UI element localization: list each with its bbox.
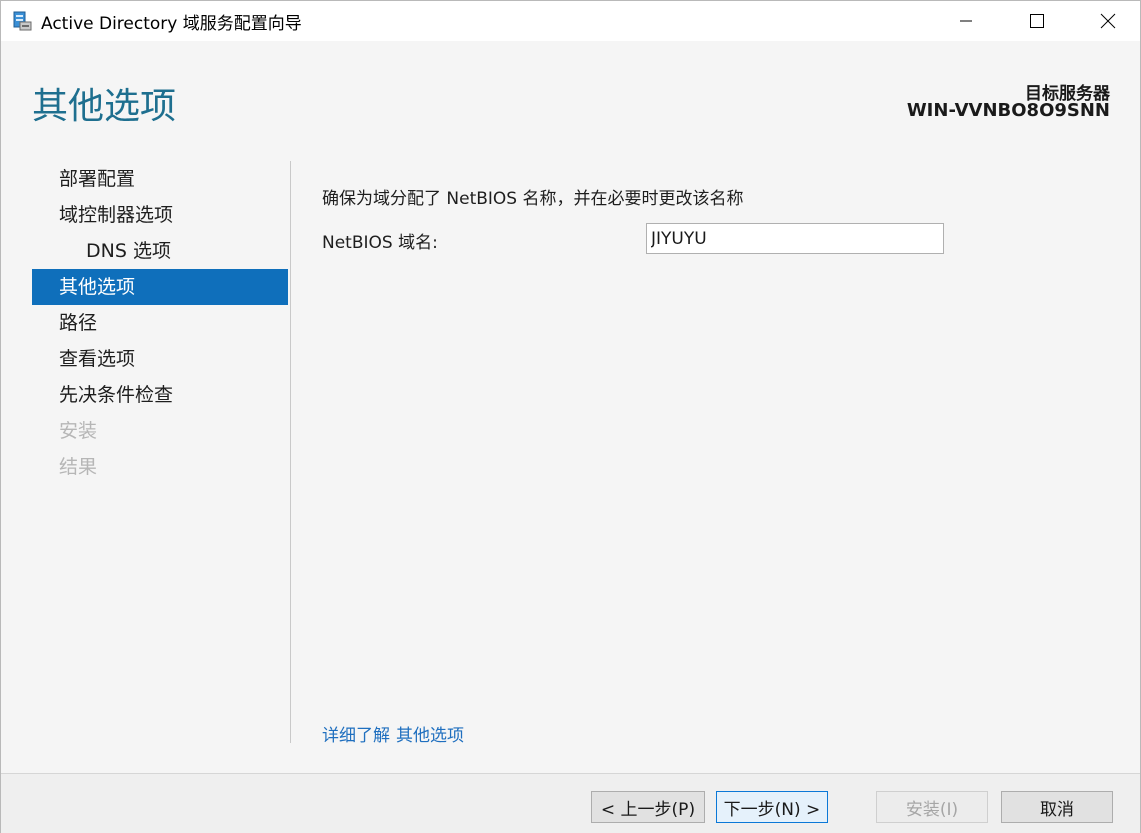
close-button[interactable] [1085,1,1131,41]
nav-item-prerequisites[interactable]: 先决条件检查 [32,377,288,413]
netbios-domain-input[interactable] [646,223,944,254]
wizard-window: Active Directory 域服务配置向导 其他选项 目标服务器 WIN-… [0,0,1141,833]
footer-bar: < 上一步(P) 下一步(N) > 安装(I) 取消 [1,773,1140,833]
title-bar: Active Directory 域服务配置向导 [1,1,1140,41]
wizard-nav: 部署配置 域控制器选项 DNS 选项 其他选项 路径 查看选项 先决条件检查 安… [32,161,288,485]
previous-button[interactable]: < 上一步(P) [591,791,705,823]
window-title: Active Directory 域服务配置向导 [41,14,302,34]
nav-item-results: 结果 [59,456,98,478]
close-icon [1100,13,1116,29]
learn-more-link[interactable]: 详细了解 其他选项 [322,721,470,746]
install-button: 安装(I) [876,791,988,823]
cancel-button[interactable]: 取消 [1001,791,1113,823]
netbios-label: NetBIOS 域名: [322,233,438,253]
description-text: 确保为域分配了 NetBIOS 名称，并在必要时更改该名称 [322,189,744,209]
learn-more-prefix: 详细了解 [322,726,390,746]
nav-item-paths[interactable]: 路径 [32,305,288,341]
target-server-name: WIN-VVNBO8O9SNN [906,100,1110,121]
nav-item-dc-options[interactable]: 域控制器选项 [32,197,288,233]
maximize-button[interactable] [1014,1,1060,41]
learn-more-topic: 其他选项 [396,726,464,746]
page-title: 其他选项 [32,86,177,127]
nav-divider [290,161,291,743]
nav-item-deployment[interactable]: 部署配置 [32,161,288,197]
nav-item-review-options[interactable]: 查看选项 [32,341,288,377]
minimize-button[interactable] [943,1,989,41]
next-button[interactable]: 下一步(N) > [716,791,828,823]
nav-item-additional-options[interactable]: 其他选项 [32,269,288,305]
minimize-icon [958,13,974,29]
nav-item-dns-options[interactable]: DNS 选项 [32,233,288,269]
nav-item-installation: 安装 [59,420,98,442]
maximize-icon [1029,13,1045,29]
server-icon [11,10,33,32]
